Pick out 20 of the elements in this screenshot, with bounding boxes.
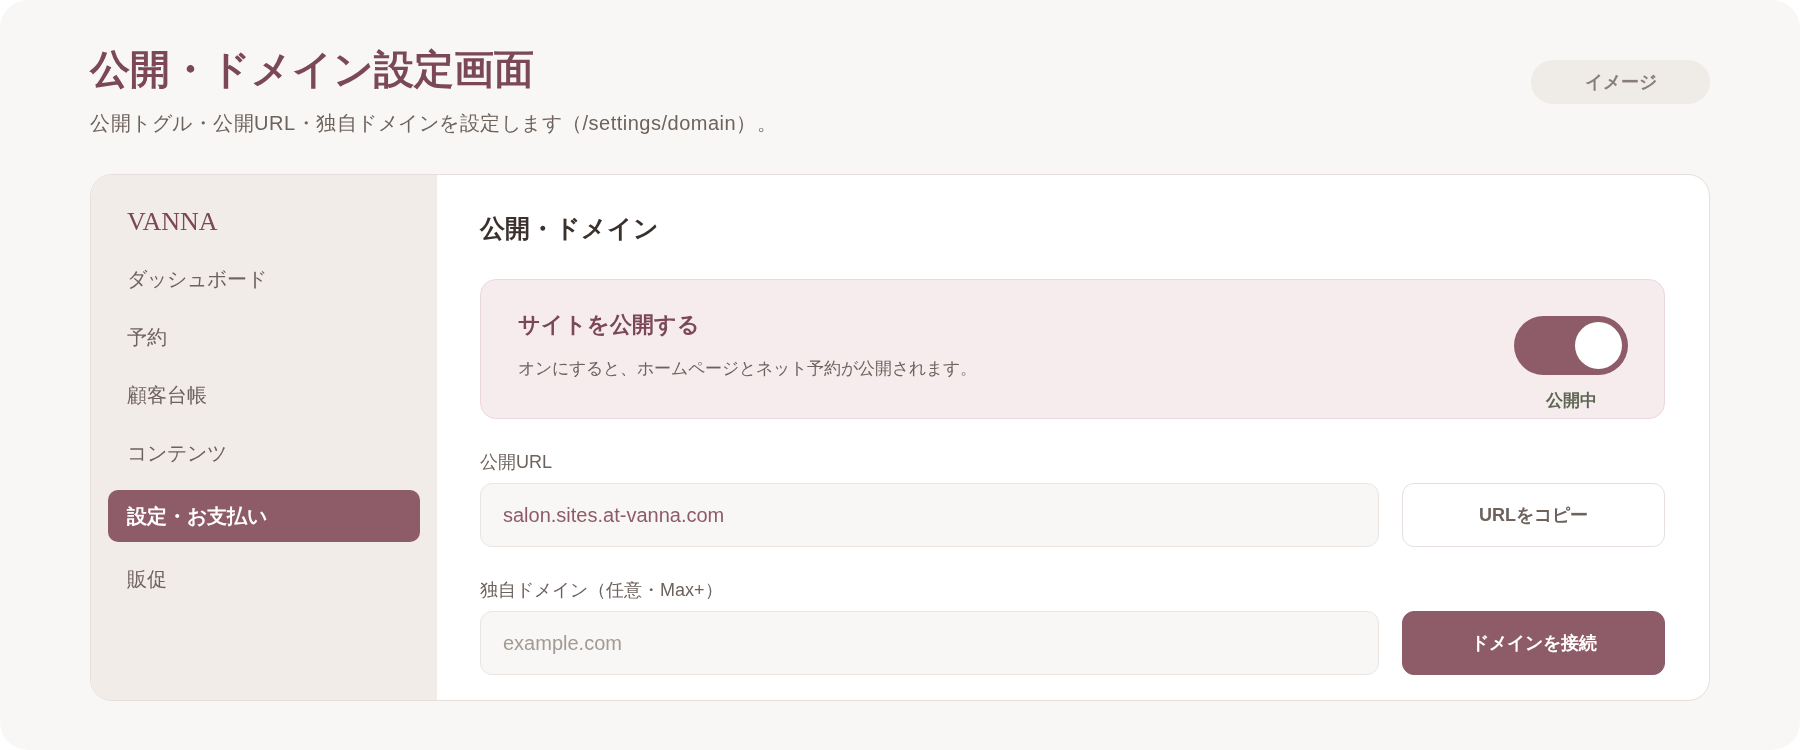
section-heading: 公開・ドメイン [480,213,660,244]
page-title: 公開・ドメイン設定画面 [90,46,535,94]
publish-title: サイトを公開する [518,311,701,339]
nav-item[interactable]: 顧客台帳 [108,369,420,421]
page-subtitle: 公開トグル・公開URL・独自ドメインを設定します（/settings/domain）。 [90,111,778,136]
publish-status: 公開中 [1545,391,1597,411]
nav-item[interactable]: 販促 [108,553,420,605]
image-badge: イメージ [1531,60,1710,104]
nav-item[interactable]: コンテンツ [108,427,420,479]
nav-item[interactable]: 設定・お支払い [108,490,420,542]
brand-logo[interactable]: VANNA [108,205,420,239]
field-label: 公開URL [480,451,553,474]
publish-description: オンにすると、ホームページとネット予約が公開されます。 [518,358,977,380]
action-button[interactable]: ドメインを接続 [1402,611,1665,675]
text-field[interactable]: salon.sites.at-vanna.com [480,483,1379,547]
nav-item[interactable]: 予約 [108,311,420,363]
field-label: 独自ドメイン（任意・Max+） [480,579,724,602]
nav-item[interactable]: ダッシュボード [108,253,420,305]
action-button[interactable]: URLをコピー [1402,483,1665,547]
text-field[interactable]: example.com [480,611,1379,675]
